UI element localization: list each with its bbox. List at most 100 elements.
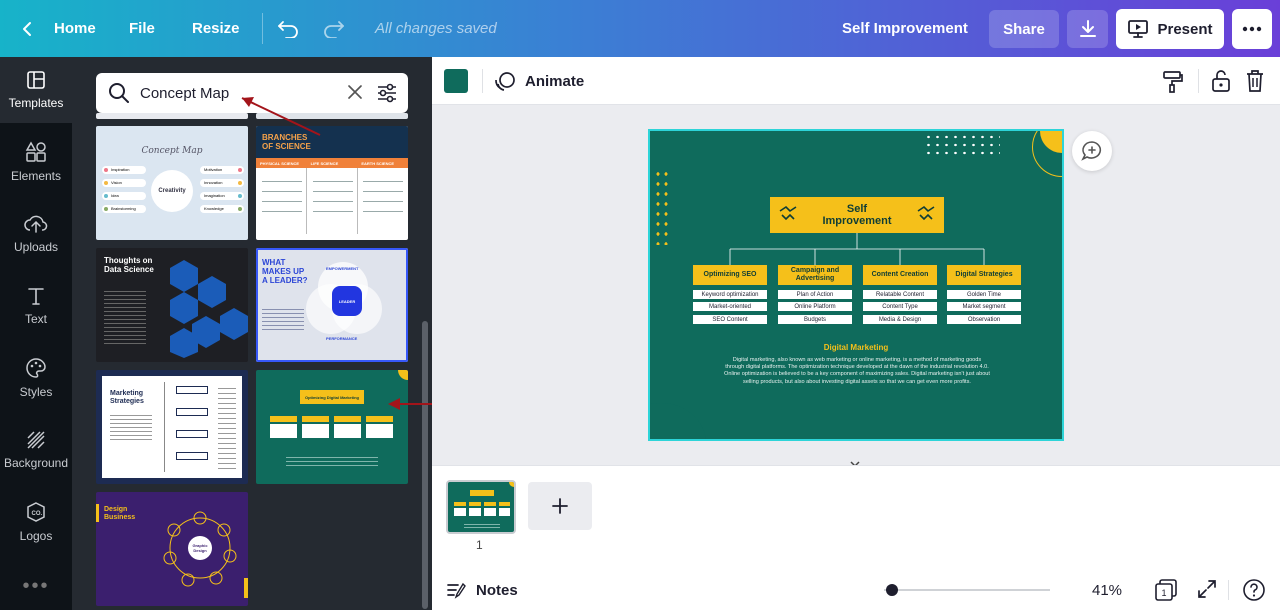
page-number: 1: [476, 538, 483, 552]
paint-roller-icon[interactable]: [1162, 70, 1184, 94]
slide-column-head[interactable]: Campaign and Advertising: [778, 265, 852, 285]
animate-label: Animate: [525, 72, 585, 90]
slide-cell[interactable]: Keyword optimization: [693, 290, 767, 299]
trash-icon[interactable]: [1245, 69, 1265, 93]
zoom-slider-handle[interactable]: [886, 584, 898, 596]
pages-strip: 1: [432, 465, 1280, 570]
file-menu-button[interactable]: File: [129, 0, 155, 57]
styles-icon: [26, 358, 46, 378]
editor-toolbar: Animate: [432, 57, 1280, 105]
thumb-title: Thoughts on Data Science: [104, 256, 154, 274]
thumb-node-label: Vision: [111, 180, 122, 185]
thumb-cells: [270, 424, 394, 438]
left-rail: Templates Elements Uploads Text Styles B…: [0, 57, 72, 610]
rail-label-text: Text: [24, 312, 47, 326]
page-thumb-circle: [509, 482, 514, 487]
thumb-node: Vision: [102, 179, 146, 187]
slide-column-head[interactable]: Content Creation: [863, 265, 937, 285]
template-thumb-marketing[interactable]: Marketing Strategies: [96, 370, 248, 484]
zoom-level[interactable]: 41%: [1092, 570, 1122, 610]
add-page-button[interactable]: [528, 482, 592, 530]
page-count-text: 1: [1162, 588, 1167, 598]
add-comment-button[interactable]: [1072, 131, 1112, 171]
template-thumb-design-business[interactable]: Design Business Graphic Design: [96, 492, 248, 606]
thumb-title: Concept Map: [141, 146, 203, 156]
rail-item-templates[interactable]: Templates: [0, 57, 72, 123]
thumb-accent: [244, 578, 248, 598]
thumb-box: [176, 386, 208, 394]
slide-subtitle[interactable]: Digital Marketing: [650, 343, 1062, 352]
thumb-text-lines: [110, 412, 152, 442]
notes-icon: [447, 582, 466, 599]
slide-description[interactable]: Digital marketing, also known as web mar…: [724, 357, 990, 386]
rail-item-uploads[interactable]: Uploads: [0, 201, 72, 267]
slide-column-head[interactable]: Optimizing SEO: [693, 265, 767, 285]
slide-cell[interactable]: Plan of Action: [778, 290, 852, 299]
thumb-left-list: Inspiration Vision Idea Brainstorming: [102, 166, 146, 213]
thumb-node: Inspiration: [102, 166, 146, 174]
search-icon: [109, 83, 129, 103]
resize-button[interactable]: Resize: [192, 0, 240, 57]
redo-button[interactable]: [323, 0, 345, 57]
uploads-icon: [24, 215, 48, 233]
toolbar-divider: [262, 13, 263, 44]
rail-item-text[interactable]: Text: [0, 273, 72, 339]
rail-item-elements[interactable]: Elements: [0, 129, 72, 195]
slide-column-head[interactable]: Digital Strategies: [947, 265, 1021, 285]
color-swatch[interactable]: [444, 69, 468, 93]
thumb-line: [164, 382, 165, 472]
lock-icon[interactable]: [1211, 69, 1231, 93]
slide-cell[interactable]: Market segment: [947, 302, 1021, 311]
comment-add-icon: [1081, 141, 1102, 161]
template-thumb-concept-map[interactable]: Concept Map Creativity Inspiration Visio…: [96, 126, 248, 240]
page-thumb-title: [470, 490, 494, 496]
home-button[interactable]: Home: [20, 0, 96, 57]
design-slide[interactable]: Self Improvement Optimizing SEO Keyword …: [648, 129, 1064, 441]
slide-cell[interactable]: Content Type: [863, 302, 937, 311]
slide-cell[interactable]: SEO Content: [693, 315, 767, 324]
rail-label-styles: Styles: [19, 385, 53, 399]
elements-icon: [25, 141, 46, 162]
slide-cell[interactable]: Golden Time: [947, 290, 1021, 299]
rail-item-styles[interactable]: Styles: [0, 345, 72, 411]
rail-item-logos[interactable]: CO. Logos: [0, 489, 72, 555]
thumb-node-label: Inspiration: [111, 167, 130, 172]
zoom-slider-track[interactable]: [884, 589, 1050, 591]
background-icon: [27, 431, 45, 449]
redo-icon: [324, 20, 344, 38]
slide-cell[interactable]: Budgets: [778, 315, 852, 324]
undo-button[interactable]: [277, 0, 299, 57]
slide-cell[interactable]: Observation: [947, 315, 1021, 324]
slide-cell[interactable]: Relatable Content: [863, 290, 937, 299]
present-icon: [1128, 20, 1149, 38]
thumb-accent: [96, 504, 99, 522]
more-apps-icon[interactable]: •••: [0, 575, 72, 598]
undo-icon: [278, 20, 298, 38]
document-title[interactable]: Self Improvement: [842, 0, 968, 57]
slide-cell[interactable]: Market-oriented: [693, 302, 767, 311]
present-label: Present: [1157, 20, 1213, 38]
notes-label: Notes: [476, 581, 518, 599]
notes-button[interactable]: Notes: [446, 570, 518, 610]
thumb-box: [176, 408, 208, 416]
page-thumb-heads: [454, 502, 510, 506]
save-status: All changes saved: [375, 20, 497, 37]
rail-item-background[interactable]: Background: [0, 417, 72, 483]
thumb-title: Design Business: [104, 506, 136, 521]
help-button[interactable]: [1242, 578, 1266, 607]
present-button[interactable]: Present: [1116, 9, 1224, 49]
toolbar-divider: [482, 69, 483, 93]
animate-button[interactable]: Animate: [494, 57, 584, 105]
slide-cell[interactable]: Online Platform: [778, 302, 852, 311]
thumb-node: Idea: [102, 192, 146, 200]
share-button[interactable]: Share: [989, 10, 1059, 48]
template-thumb-partial[interactable]: [96, 113, 248, 119]
page-thumbnail[interactable]: [446, 480, 516, 534]
slide-cell[interactable]: Media & Design: [863, 315, 937, 324]
more-options-button[interactable]: [1232, 9, 1272, 49]
text-icon: [28, 288, 44, 305]
download-button[interactable]: [1067, 10, 1108, 48]
template-thumb-data-science[interactable]: Thoughts on Data Science: [96, 248, 248, 362]
fullscreen-button[interactable]: [1196, 578, 1218, 605]
page-count-button[interactable]: 1: [1154, 578, 1178, 607]
